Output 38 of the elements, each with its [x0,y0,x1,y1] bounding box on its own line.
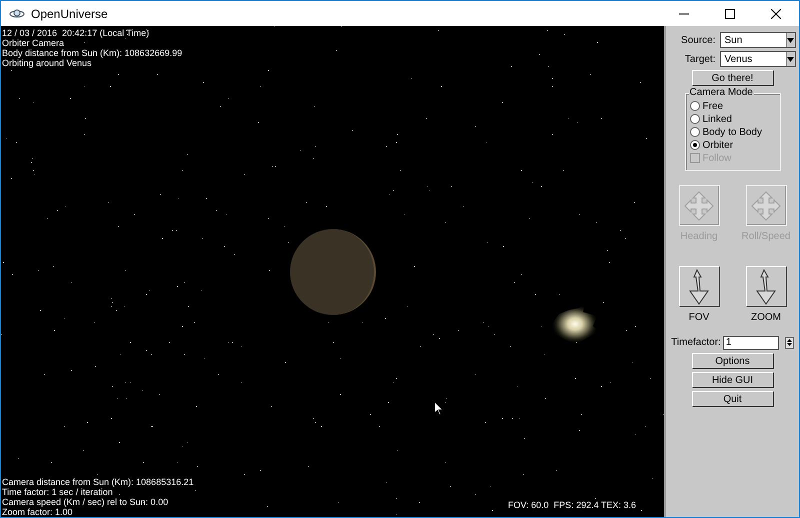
info-text: 12 / 03 / 2016 20:42:17 (Local Time) [2,28,150,38]
spinner-icon[interactable] [784,336,794,348]
up-down-arrow-icon [753,268,779,304]
info-text: Orbiter Camera [2,38,66,48]
close-icon [771,8,781,18]
panel-button[interactable]: Options [692,353,774,369]
window-title: OpenUniverse [31,6,108,22]
timefactor-label: Timefactor: [671,336,721,350]
four-way-arrow-icon [684,190,714,220]
panel-button[interactable]: Hide GUI [692,372,774,388]
info-text: Body distance from Sun (Km): 108632669.99 [2,48,182,58]
go-there-button[interactable]: Go there! [692,70,774,86]
info-text: Camera distance from Sun (Km): 108685316.21 [2,477,194,487]
target-label: Target: [684,52,716,66]
mouse-cursor-icon [434,401,444,416]
info-text: Zoom factor: 1.00 [2,507,74,517]
arrow-pad-button[interactable] [746,266,786,307]
up-down-arrow-icon [686,268,712,304]
radio-option[interactable]: Linked [690,113,780,125]
timefactor-input[interactable]: 1 [722,336,779,350]
radio-option[interactable]: Body to Body [690,126,780,138]
pad-label: ZOOM [751,311,781,325]
arrow-pad-button[interactable] [678,266,720,307]
app-logo-icon [9,8,25,20]
source-label: Source: [681,34,716,48]
radio-option[interactable]: Free [690,100,780,112]
source-dropdown[interactable]: Sun [720,32,796,48]
panel-button[interactable]: Quit [692,391,774,407]
info-text: Camera speed (Km / sec) rel to Sun: 0.00 [2,497,170,507]
maximize-icon [725,8,735,18]
pad-label: FOV [688,311,710,325]
four-way-arrow-icon [751,190,781,220]
info-text: Time factor: 1 sec / iteration [2,487,114,497]
stats-text: FOV: 60.0 FPS: 292.4 TEX: 3.6 [508,500,636,510]
info-text: Orbiting around Venus [2,58,93,68]
radio-option[interactable]: Orbiter [690,139,780,151]
starfield-drawing[interactable] [1,26,664,517]
target-dropdown[interactable]: Venus [720,51,796,67]
